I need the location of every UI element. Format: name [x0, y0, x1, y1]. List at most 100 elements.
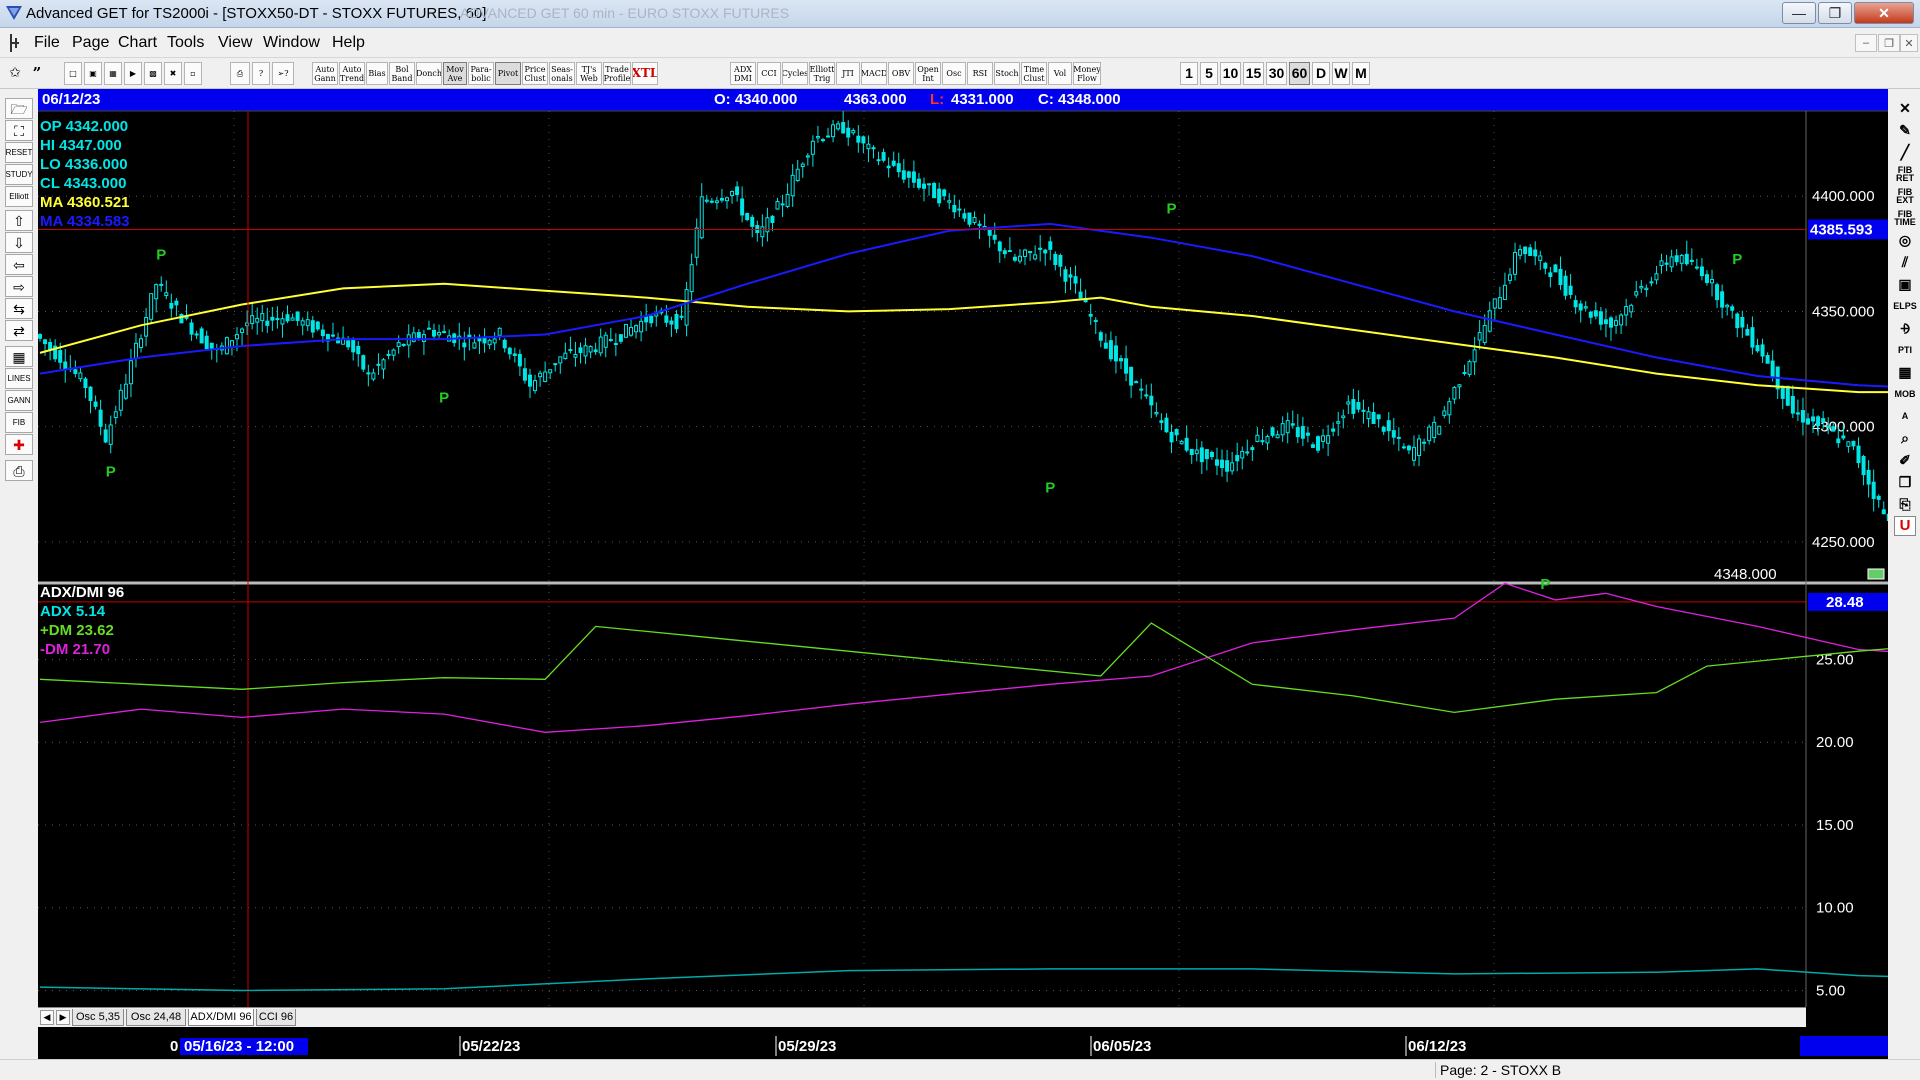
right-tool-fib-time-button[interactable]: FIB TIME	[1894, 208, 1916, 228]
study-mov-ave-button[interactable]: Mov Ave	[443, 62, 467, 85]
right-tool-magnify-icon-button[interactable]: ⌕	[1894, 428, 1916, 448]
study-auto-trend-button[interactable]: Auto Trend	[339, 62, 365, 85]
left-tool-compress-icon-button[interactable]: ⇆	[5, 298, 33, 319]
right-tool-grid-icon-button[interactable]: ▦	[1894, 362, 1916, 382]
interval-30-button[interactable]: 30	[1266, 62, 1287, 85]
study-para-bolic-button[interactable]: Para- bolic	[468, 62, 494, 85]
right-tool-copy-icon-button[interactable]: ❐	[1894, 472, 1916, 492]
study-pivot-button[interactable]: Pivot	[495, 62, 521, 85]
left-tool-lines-button[interactable]: LINES	[5, 368, 33, 389]
time-axis-scroll-marker[interactable]	[1800, 1036, 1888, 1056]
osc-time-clust-button[interactable]: Time Clust	[1021, 62, 1047, 85]
right-tool-pti-button[interactable]: PTI	[1894, 340, 1916, 360]
interval-5-button[interactable]: 5	[1200, 62, 1218, 85]
study-price-clust-button[interactable]: Price Clust	[522, 62, 548, 85]
right-tool-fib-ext-button[interactable]: FIB EXT	[1894, 186, 1916, 206]
tab-scroll-left-button[interactable]: ◀	[40, 1010, 54, 1025]
menu-chart[interactable]: Chart	[118, 34, 157, 52]
cancel-button[interactable]: ✖	[164, 62, 182, 85]
right-tool-fib-ret-button[interactable]: FIB RET	[1894, 164, 1916, 184]
interval-m-button[interactable]: M	[1352, 62, 1370, 85]
left-tool-crosshair-icon-button[interactable]: ✚	[5, 434, 33, 455]
interval-w-button[interactable]: W	[1332, 62, 1350, 85]
print-button[interactable]: ⎙	[230, 62, 250, 85]
study-tj-s-web-button[interactable]: TJ's Web	[576, 62, 602, 85]
osc-rsi-button[interactable]: RSI	[967, 62, 993, 85]
left-tool-gann-button[interactable]: GANN	[5, 390, 33, 411]
tile-button[interactable]: ▩	[144, 62, 162, 85]
right-tool-elps-button[interactable]: ELPS	[1893, 296, 1917, 316]
right-tool-a-button[interactable]: A	[1894, 406, 1916, 426]
maximize-button[interactable]: ❐	[1818, 2, 1852, 24]
price-chart[interactable]: OP 4342.000 HI 4347.000 LO 4336.000 CL 4343…	[38, 89, 1888, 1059]
study-xtl-button[interactable]: XTL	[632, 62, 658, 85]
interval-1-button[interactable]: 1	[1180, 62, 1198, 85]
right-tool-fan-icon-button[interactable]: ⨮	[1894, 318, 1916, 338]
left-tool-folder-icon-button[interactable]: 🗁	[5, 98, 33, 119]
osc-cycles-button[interactable]: Cycles	[782, 62, 808, 85]
right-tool-ellipse-icon-button[interactable]: ◎	[1894, 230, 1916, 250]
osc-adx-dmi-button[interactable]: ADX DMI	[730, 62, 756, 85]
right-tool-mob-button[interactable]: MOB	[1894, 384, 1916, 404]
osc-jti-button[interactable]: JTI	[836, 62, 860, 85]
osc-stoch-button[interactable]: Stoch	[994, 62, 1020, 85]
right-tool-line-icon-button[interactable]: ╱	[1894, 142, 1916, 162]
osc-open-int-button[interactable]: Open Int	[915, 62, 941, 85]
pointer-tool-button[interactable]: ✩	[6, 62, 24, 85]
osc-vol-button[interactable]: Vol	[1048, 62, 1072, 85]
chart-settings-icon[interactable]	[1867, 568, 1885, 580]
left-tool-print-icon-button[interactable]: ⎙	[5, 460, 33, 481]
right-tool-pencil-icon-button[interactable]: ✎	[1894, 120, 1916, 140]
study-seas-onals-button[interactable]: Seas- onals	[549, 62, 575, 85]
context-help-button[interactable]: ➢?	[272, 62, 294, 85]
interval-10-button[interactable]: 10	[1220, 62, 1241, 85]
layout-button[interactable]: ▦	[104, 62, 122, 85]
new-button[interactable]: □	[64, 62, 82, 85]
forward-button[interactable]: ▶	[124, 62, 142, 85]
right-tool-eraser-icon-button[interactable]: ✐	[1894, 450, 1916, 470]
menu-window[interactable]: Window	[263, 34, 320, 52]
help-button[interactable]: ?	[252, 62, 270, 85]
left-tool-arrow-left-icon-button[interactable]: ⇦	[5, 254, 33, 275]
right-tool-close-x-icon-button[interactable]: ✕	[1894, 98, 1916, 118]
osc-elliott-trig-button[interactable]: Elliott Trig	[809, 62, 835, 85]
quote-tool-button[interactable]: ”	[28, 62, 46, 85]
left-tool-arrow-up-icon-button[interactable]: ⇧	[5, 210, 33, 231]
menu-tools[interactable]: Tools	[167, 34, 204, 52]
left-tool-elliott-button[interactable]: Elliott	[5, 186, 33, 207]
minimize-button[interactable]: —	[1782, 2, 1816, 24]
save-button[interactable]: ▣	[84, 62, 102, 85]
osc-money-flow-button[interactable]: Money Flow	[1073, 62, 1101, 85]
close-button[interactable]: ✕	[1854, 2, 1914, 24]
study-bol-band-button[interactable]: Bol Band	[389, 62, 415, 85]
left-tool-study-button[interactable]: STUDY	[5, 164, 33, 185]
tab-cci-96[interactable]: CCI 96	[256, 1009, 296, 1026]
osc-osc-button[interactable]: Osc	[942, 62, 966, 85]
interval-d-button[interactable]: D	[1312, 62, 1330, 85]
left-tool-reset-button[interactable]: RESET	[5, 142, 33, 163]
study-auto-gann-button[interactable]: Auto Gann	[312, 62, 338, 85]
menu-file[interactable]: File	[34, 34, 60, 52]
osc-macd-button[interactable]: MACD	[861, 62, 887, 85]
study-bias-button[interactable]: Bias	[366, 62, 388, 85]
left-tool-expand-icon-button[interactable]: ⇄	[5, 320, 33, 341]
left-tool-arrow-right-icon-button[interactable]: ⇨	[5, 276, 33, 297]
tab-scroll-right-button[interactable]: ▶	[56, 1010, 70, 1025]
left-tool-arrow-down-icon-button[interactable]: ⇩	[5, 232, 33, 253]
left-tool-grid-icon-button[interactable]: ▦	[5, 346, 33, 367]
menu-page[interactable]: Page	[72, 34, 109, 52]
right-tool-clipboard-icon-button[interactable]: ⎘	[1894, 494, 1916, 514]
interval-15-button[interactable]: 15	[1243, 62, 1264, 85]
right-tool-box-icon-button[interactable]: ▣	[1894, 274, 1916, 294]
left-tool-fib-button[interactable]: FIB	[5, 412, 33, 433]
left-tool-zoom-icon-button[interactable]: ⛶	[5, 120, 33, 141]
menu-help[interactable]: Help	[332, 34, 365, 52]
tab-osc-24-48[interactable]: Osc 24,48	[126, 1009, 186, 1026]
osc-cci-button[interactable]: CCI	[757, 62, 781, 85]
study-donch-button[interactable]: Donch	[416, 62, 442, 85]
tab-adx-dmi-96[interactable]: ADX/DMI 96	[188, 1009, 254, 1026]
interval-60-button[interactable]: 60	[1289, 62, 1310, 85]
window-button[interactable]: ▫	[184, 62, 202, 85]
tab-osc-5-35[interactable]: Osc 5,35	[72, 1009, 124, 1026]
mdi-close-button[interactable]: ✕	[1900, 34, 1918, 52]
